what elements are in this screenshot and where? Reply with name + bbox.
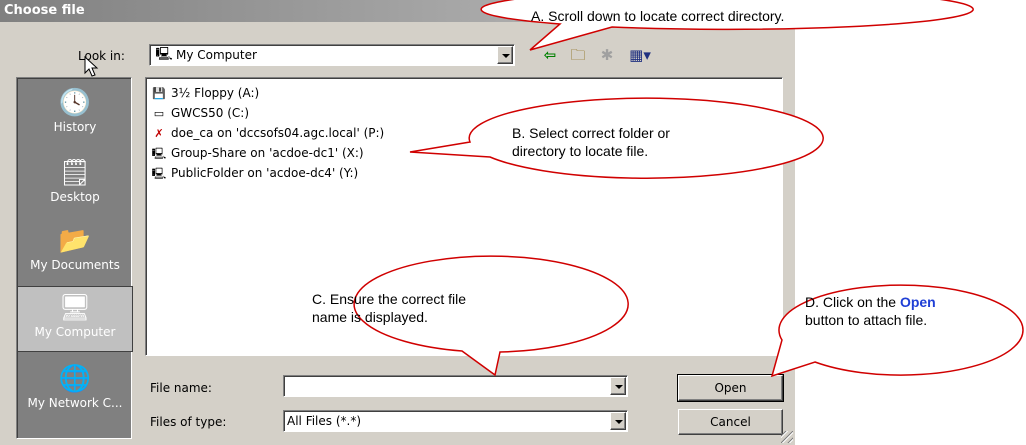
- place-my-network[interactable]: 🌐 My Network C...: [17, 358, 133, 428]
- list-item[interactable]: 🖳 PublicFolder on 'acdoe-dc4' (Y:): [149, 164, 359, 182]
- choose-file-dialog: Choose file Look in: 🖳 My Computer ⇦ 🗀 ✱…: [0, 0, 795, 445]
- network-icon: 🌐: [58, 364, 92, 394]
- disconnected-network-drive-icon: ✗: [154, 127, 164, 140]
- up-folder-icon[interactable]: 🗀: [568, 45, 588, 65]
- place-my-computer[interactable]: 🖥 My Computer: [17, 286, 133, 352]
- back-icon[interactable]: ⇦: [540, 45, 560, 65]
- place-my-documents[interactable]: 📂 My Documents: [17, 220, 133, 290]
- place-label: My Network C...: [27, 396, 123, 410]
- place-history[interactable]: 🕓 History: [17, 82, 133, 152]
- new-folder-icon[interactable]: ✱: [597, 45, 617, 65]
- cancel-button[interactable]: Cancel: [678, 409, 783, 435]
- resize-grip[interactable]: [781, 431, 793, 443]
- list-item[interactable]: ▭ GWCS50 (C:): [149, 104, 249, 122]
- place-label: Desktop: [50, 190, 100, 204]
- file-list[interactable]: 💾 3½ Floppy (A:) ▭ GWCS50 (C:) ✗ doe_ca on …: [145, 77, 783, 356]
- network-drive-icon: 🖳: [151, 147, 167, 160]
- callout-d-line2: button to attach file.: [805, 312, 928, 328]
- chevron-down-icon[interactable]: [610, 377, 626, 395]
- my-computer-small-icon: 🖳: [155, 47, 173, 62]
- callout-d-line1: D. Click on the Open: [805, 294, 936, 310]
- file-type-label: Files of type:: [150, 415, 227, 429]
- file-type-value: All Files (*.*): [287, 414, 362, 428]
- list-item[interactable]: 💾 3½ Floppy (A:): [149, 84, 259, 102]
- file-name-label: File name:: [150, 381, 212, 395]
- views-menu-icon[interactable]: ▦▾: [627, 45, 653, 65]
- chevron-down-icon[interactable]: [610, 412, 626, 430]
- place-label: My Documents: [30, 258, 120, 272]
- place-label: History: [53, 120, 97, 134]
- list-item[interactable]: ✗ doe_ca on 'dccsofs04.agc.local' (P:): [149, 124, 384, 142]
- list-item[interactable]: 🖳 Group-Share on 'acdoe-dc1' (X:): [149, 144, 364, 162]
- history-icon: 🕓: [58, 88, 92, 118]
- floppy-drive-icon: 💾: [152, 87, 166, 100]
- mouse-cursor-icon: [84, 56, 99, 77]
- callout-d-shape: [770, 284, 1024, 378]
- my-computer-icon: 🖥: [58, 293, 92, 323]
- desktop-icon: 🗒: [58, 158, 92, 188]
- places-bar: 🕓 History 🗒 Desktop 📂 My Documents 🖥 My …: [16, 77, 133, 439]
- place-label: My Computer: [34, 325, 116, 339]
- file-type-dropdown[interactable]: All Files (*.*): [283, 410, 628, 432]
- chevron-down-icon[interactable]: [497, 46, 513, 64]
- my-documents-icon: 📂: [58, 226, 92, 256]
- look-in-dropdown[interactable]: 🖳 My Computer: [149, 44, 515, 66]
- open-button[interactable]: Open: [677, 374, 784, 402]
- network-drive-icon: 🖳: [151, 167, 167, 180]
- dialog-title: Choose file: [0, 0, 795, 22]
- place-desktop[interactable]: 🗒 Desktop: [17, 152, 133, 222]
- look-in-value: My Computer: [176, 48, 257, 62]
- file-name-field[interactable]: [283, 375, 628, 397]
- hard-drive-icon: ▭: [153, 107, 165, 120]
